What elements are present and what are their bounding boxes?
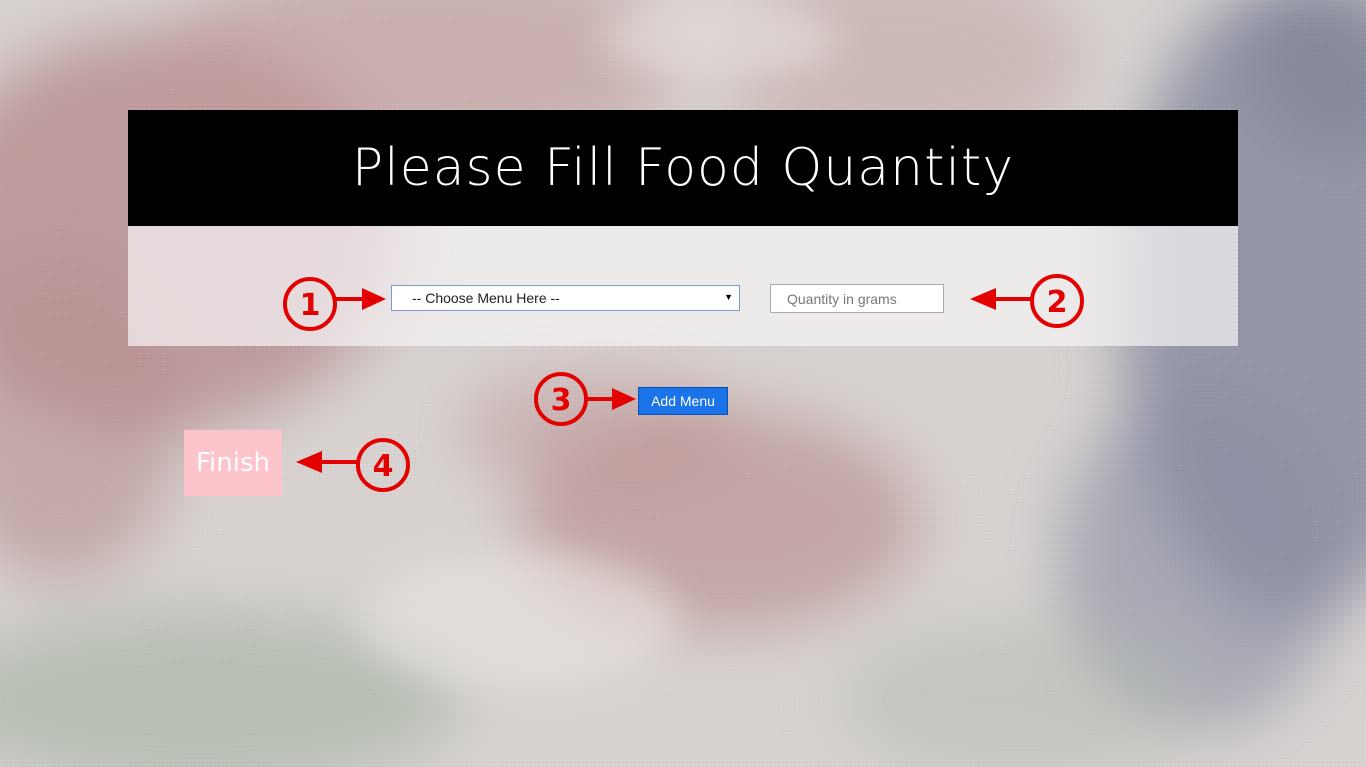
page-title: Please Fill Food Quantity bbox=[351, 138, 1015, 198]
quantity-input[interactable] bbox=[770, 284, 944, 313]
caret-down-icon: ▼ bbox=[724, 292, 733, 302]
food-form-panel: -- Choose Menu Here -- ▼ bbox=[128, 226, 1238, 346]
add-menu-button[interactable]: Add Menu bbox=[638, 387, 728, 415]
finish-button[interactable]: Finish bbox=[184, 430, 282, 496]
menu-select-value: -- Choose Menu Here -- bbox=[412, 290, 560, 306]
menu-select[interactable]: -- Choose Menu Here -- ▼ bbox=[391, 285, 740, 311]
page-header: Please Fill Food Quantity bbox=[128, 110, 1238, 226]
